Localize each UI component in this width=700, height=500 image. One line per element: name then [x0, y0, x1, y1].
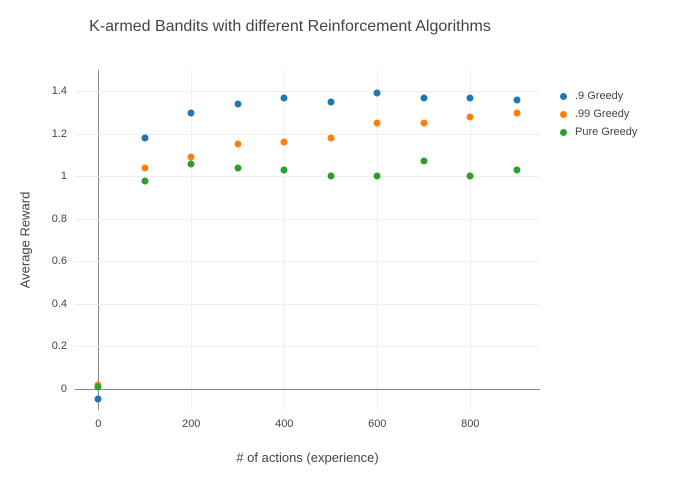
data-point[interactable] — [327, 135, 334, 142]
data-point[interactable] — [374, 90, 381, 97]
y-tick-label: 1.4 — [37, 85, 67, 97]
data-point[interactable] — [467, 94, 474, 101]
data-point[interactable] — [420, 158, 427, 165]
data-point[interactable] — [234, 164, 241, 171]
legend-marker-icon — [560, 111, 567, 118]
grid-line-h — [75, 219, 540, 220]
x-tick-label: 400 — [275, 418, 293, 430]
grid-line-h — [75, 346, 540, 347]
legend-marker-icon — [560, 129, 567, 136]
data-point[interactable] — [374, 120, 381, 127]
legend-label: Pure Greedy — [575, 126, 637, 138]
y-axis-label: Average Reward — [18, 192, 33, 289]
y-tick-label: 0.8 — [37, 213, 67, 225]
chart-title: K-armed Bandits with different Reinforce… — [0, 18, 580, 36]
data-point[interactable] — [281, 94, 288, 101]
legend-item[interactable]: .9 Greedy — [560, 90, 637, 102]
legend-label: .99 Greedy — [575, 108, 629, 120]
x-tick-label: 200 — [182, 418, 200, 430]
data-point[interactable] — [141, 135, 148, 142]
data-point[interactable] — [467, 113, 474, 120]
data-point[interactable] — [188, 109, 195, 116]
data-point[interactable] — [234, 141, 241, 148]
data-point[interactable] — [420, 120, 427, 127]
zero-line-v — [98, 70, 99, 410]
grid-line-h — [75, 91, 540, 92]
legend-label: .9 Greedy — [575, 90, 623, 102]
zero-line-h — [75, 389, 540, 390]
y-tick-label: 1 — [37, 170, 67, 182]
y-tick-label: 0 — [37, 383, 67, 395]
x-tick-label: 800 — [461, 418, 479, 430]
grid-line-v — [470, 70, 471, 410]
data-point[interactable] — [467, 173, 474, 180]
data-point[interactable] — [95, 383, 102, 390]
y-tick-label: 1.2 — [37, 128, 67, 140]
legend-marker-icon — [560, 93, 567, 100]
data-point[interactable] — [420, 94, 427, 101]
plot-area — [75, 70, 540, 410]
data-point[interactable] — [281, 139, 288, 146]
data-point[interactable] — [234, 101, 241, 108]
data-point[interactable] — [374, 173, 381, 180]
y-tick-label: 0.2 — [37, 340, 67, 352]
data-point[interactable] — [327, 98, 334, 105]
data-point[interactable] — [513, 109, 520, 116]
grid-line-v — [191, 70, 192, 410]
x-axis-label: # of actions (experience) — [236, 450, 378, 465]
legend-item[interactable]: Pure Greedy — [560, 126, 637, 138]
data-point[interactable] — [95, 396, 102, 403]
legend-item[interactable]: .99 Greedy — [560, 108, 637, 120]
data-point[interactable] — [141, 177, 148, 184]
data-point[interactable] — [141, 164, 148, 171]
data-point[interactable] — [281, 166, 288, 173]
data-point[interactable] — [513, 96, 520, 103]
data-point[interactable] — [327, 173, 334, 180]
y-tick-label: 0.6 — [37, 255, 67, 267]
legend: .9 Greedy .99 Greedy Pure Greedy — [560, 90, 637, 144]
x-tick-label: 600 — [368, 418, 386, 430]
data-point[interactable] — [513, 166, 520, 173]
x-tick-label: 0 — [95, 418, 101, 430]
data-point[interactable] — [188, 160, 195, 167]
grid-line-v — [284, 70, 285, 410]
y-tick-label: 0.4 — [37, 298, 67, 310]
grid-line-h — [75, 304, 540, 305]
grid-line-h — [75, 261, 540, 262]
